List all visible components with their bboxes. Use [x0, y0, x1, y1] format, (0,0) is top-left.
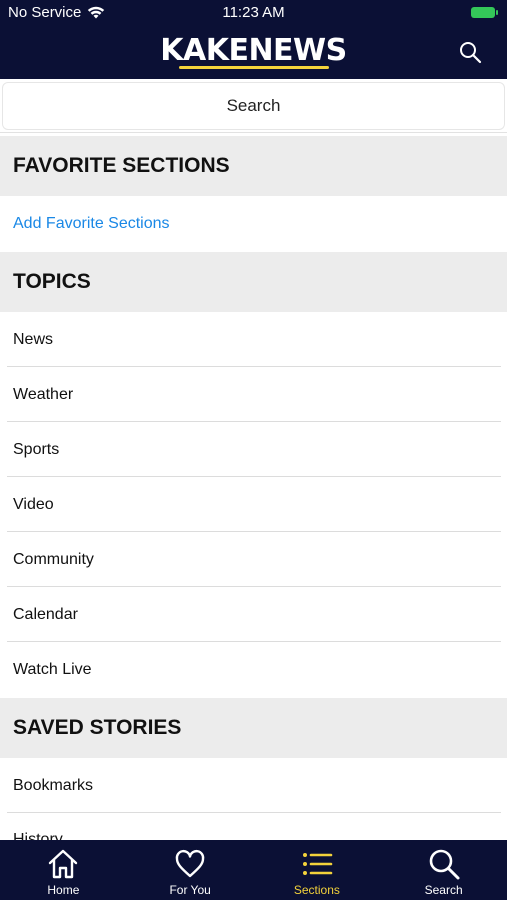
- divider: [7, 366, 501, 367]
- add-favorite-sections-link[interactable]: Add Favorite Sections: [13, 215, 170, 233]
- topics-title: TOPICS: [13, 270, 91, 293]
- logo-text: KAKENEWS: [160, 33, 347, 68]
- topic-item-video[interactable]: Video: [13, 496, 54, 514]
- divider: [7, 421, 501, 422]
- divider: [7, 586, 501, 587]
- search-label: Search: [226, 96, 281, 115]
- tab-for-you-label: For You: [169, 883, 211, 897]
- topic-item-community[interactable]: Community: [13, 551, 94, 569]
- favorite-sections-header: FAVORITE SECTIONS: [0, 136, 507, 196]
- tab-bar: Home For You Sections Search: [0, 840, 507, 900]
- topic-item-sports[interactable]: Sports: [13, 441, 59, 459]
- topic-item-calendar[interactable]: Calendar: [13, 606, 78, 624]
- tab-home[interactable]: Home: [0, 840, 127, 900]
- topic-item-watch-live[interactable]: Watch Live: [13, 661, 92, 679]
- saved-stories-title: SAVED STORIES: [13, 716, 182, 739]
- favorite-sections-title: FAVORITE SECTIONS: [13, 154, 230, 177]
- tab-search-label: Search: [424, 883, 463, 897]
- list-icon: [302, 853, 333, 875]
- status-time: 11:23 AM: [222, 4, 285, 21]
- saved-item-bookmarks[interactable]: Bookmarks: [13, 777, 93, 795]
- search-icon: [429, 849, 460, 880]
- header-search-icon[interactable]: [458, 40, 482, 64]
- battery-icon: [471, 7, 498, 18]
- divider: [7, 812, 501, 813]
- search-field[interactable]: Search: [2, 82, 505, 130]
- divider: [7, 476, 501, 477]
- heart-icon: [175, 849, 205, 878]
- topic-item-news[interactable]: News: [13, 331, 53, 349]
- divider: [7, 641, 501, 642]
- tab-search[interactable]: Search: [380, 840, 507, 900]
- top-bar: No Service 11:23 AM KAKENEWS: [0, 0, 507, 79]
- tab-home-label: Home: [47, 883, 80, 897]
- home-icon: [49, 849, 78, 879]
- status-bar: No Service 11:23 AM: [0, 4, 507, 24]
- tab-for-you[interactable]: For You: [127, 840, 254, 900]
- saved-stories-header: SAVED STORIES: [0, 698, 507, 758]
- tab-sections-label: Sections: [293, 883, 340, 897]
- tab-sections[interactable]: Sections: [254, 840, 381, 900]
- search-bar[interactable]: Search: [0, 80, 507, 133]
- divider: [7, 531, 501, 532]
- topic-item-weather[interactable]: Weather: [13, 386, 73, 404]
- app-logo: KAKENEWS: [0, 33, 507, 69]
- topics-header: TOPICS: [0, 252, 507, 312]
